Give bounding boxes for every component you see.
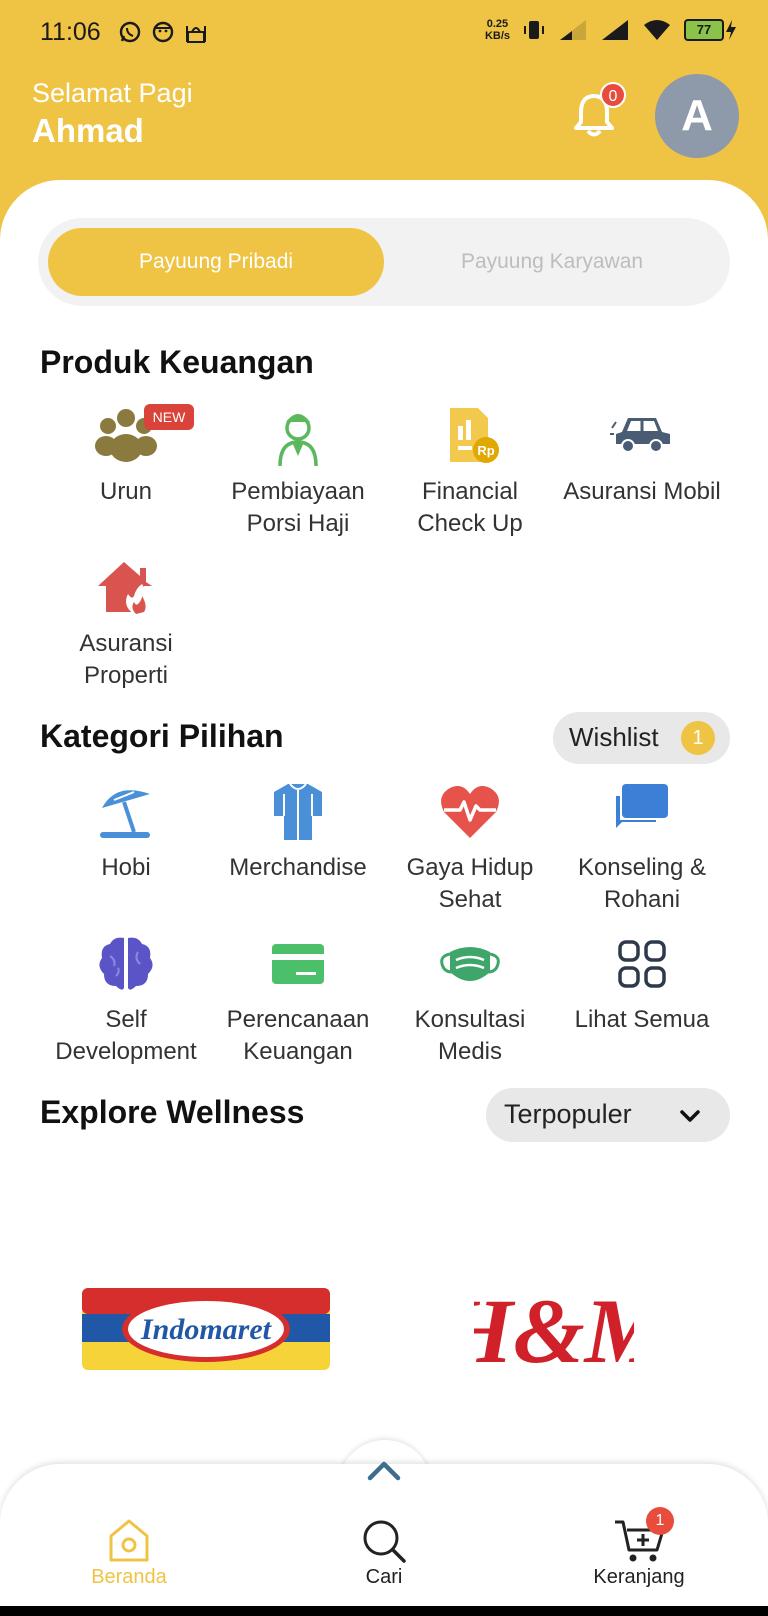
hajj-person-icon	[278, 414, 318, 467]
category-konsultasi-medis[interactable]: Konsultasi Medis	[384, 932, 556, 1068]
nav-keranjang[interactable]: Keranjang	[564, 1518, 714, 1589]
new-badge: NEW	[144, 404, 194, 430]
nav-cari[interactable]: Cari	[309, 1518, 459, 1589]
product-financial-check-up[interactable]: Rp Financial Check Up	[384, 404, 556, 540]
section-title-kategori: Kategori Pilihan	[40, 718, 284, 754]
house-fire-icon	[98, 562, 152, 614]
chevron-up-icon[interactable]	[366, 1458, 402, 1482]
tab-payuung-pribadi[interactable]: Payuung Pribadi	[48, 228, 384, 296]
financial-report-icon: Rp	[450, 408, 499, 463]
product-label: Financial Check Up	[417, 478, 523, 537]
search-icon	[363, 1520, 406, 1563]
status-time: 11:06	[40, 18, 101, 46]
product-label: Asuransi Mobil	[563, 478, 721, 505]
wishlist-button[interactable]: Wishlist 1	[553, 712, 730, 764]
greeting-text: Selamat Pagi	[32, 78, 193, 108]
beach-umbrella-icon	[100, 790, 150, 838]
nav-label: Cari	[365, 1566, 403, 1588]
nav-label: Keranjang	[593, 1566, 685, 1588]
sort-dropdown[interactable]: Terpopuler	[486, 1088, 730, 1142]
category-konseling-rohani[interactable]: Konseling & Rohani	[556, 780, 728, 916]
wishlist-count-badge: 1	[681, 721, 715, 755]
nav-label: Beranda	[91, 1566, 167, 1588]
shirt-icon	[274, 783, 322, 840]
product-asuransi-properti[interactable]: Asuransi Properti	[40, 556, 212, 692]
svg-text:Rp: Rp	[477, 443, 494, 458]
avatar[interactable]: A	[655, 74, 739, 158]
product-label: Urun	[99, 478, 153, 505]
home-icon	[109, 1519, 149, 1562]
signal-weak-icon	[560, 20, 586, 40]
face-app-icon	[151, 20, 175, 44]
category-merchandise[interactable]: Merchandise	[212, 780, 384, 884]
section-title-explore: Explore Wellness	[40, 1094, 305, 1130]
brand-name-hm: H&M	[474, 1280, 634, 1382]
sort-label: Terpopuler	[504, 1099, 632, 1129]
category-label: Self Development	[55, 1006, 197, 1065]
system-nav-bar	[0, 1606, 768, 1616]
chat-bubbles-icon	[616, 784, 668, 828]
status-bar: 11:06 0.25 KB/s 77	[0, 0, 768, 70]
signal-icon	[602, 20, 628, 40]
vibrate-icon	[524, 21, 544, 39]
category-label: Konsultasi Medis	[414, 1006, 526, 1065]
category-hobi[interactable]: Hobi	[40, 780, 212, 884]
section-title-produk: Produk Keuangan	[40, 344, 314, 380]
category-self-development[interactable]: Self Development	[40, 932, 212, 1068]
tab-payuung-karyawan[interactable]: Payuung Karyawan	[384, 228, 720, 296]
category-label: Perencanaan Keuangan	[226, 1006, 370, 1065]
heart-pulse-icon	[441, 786, 499, 838]
brain-icon	[99, 937, 153, 990]
grid-icon	[618, 940, 666, 988]
wishlist-label: Wishlist	[569, 722, 659, 752]
face-mask-icon	[440, 947, 500, 981]
category-label: Gaya Hidup Sehat	[406, 854, 534, 913]
app-screen: 11:06 0.25 KB/s 77 Selamat Pagi Ahmad 0 …	[0, 0, 768, 1616]
category-label: Merchandise	[229, 854, 367, 881]
product-asuransi-mobil[interactable]: Asuransi Mobil	[556, 404, 728, 508]
user-name: Ahmad	[32, 112, 144, 149]
cart-count-badge: 1	[646, 1507, 674, 1535]
product-label: Asuransi Properti	[79, 630, 173, 689]
nav-beranda[interactable]: Beranda	[54, 1518, 204, 1589]
battery-icon: 77	[684, 18, 738, 42]
account-type-switch: Payuung Pribadi Payuung Karyawan	[38, 218, 730, 306]
category-label: Konseling & Rohani	[577, 854, 707, 913]
category-label: Lihat Semua	[574, 1006, 710, 1033]
brand-indomaret-logo[interactable]: Indomaret	[82, 1288, 330, 1370]
whatsapp-icon	[118, 20, 142, 44]
mosque-icon	[184, 20, 208, 44]
car-icon	[610, 418, 670, 453]
product-pembiayaan-porsi-haji[interactable]: Pembiayaan Porsi Haji	[212, 404, 384, 540]
notification-badge: 0	[600, 82, 626, 108]
card-icon	[272, 944, 324, 984]
net-speed: 0.25 KB/s	[484, 18, 510, 42]
wifi-icon	[644, 20, 670, 40]
category-lihat-semua[interactable]: Lihat Semua	[556, 932, 728, 1036]
category-perencanaan-keuangan[interactable]: Perencanaan Keuangan	[212, 932, 384, 1068]
category-label: Hobi	[101, 854, 151, 881]
product-label: Pembiayaan Porsi Haji	[231, 478, 365, 537]
brand-hm-logo[interactable]: H&M	[441, 1272, 670, 1382]
brand-name-indomaret: Indomaret	[140, 1313, 273, 1346]
chevron-down-icon	[680, 1110, 700, 1122]
category-gaya-hidup-sehat[interactable]: Gaya Hidup Sehat	[384, 780, 556, 916]
